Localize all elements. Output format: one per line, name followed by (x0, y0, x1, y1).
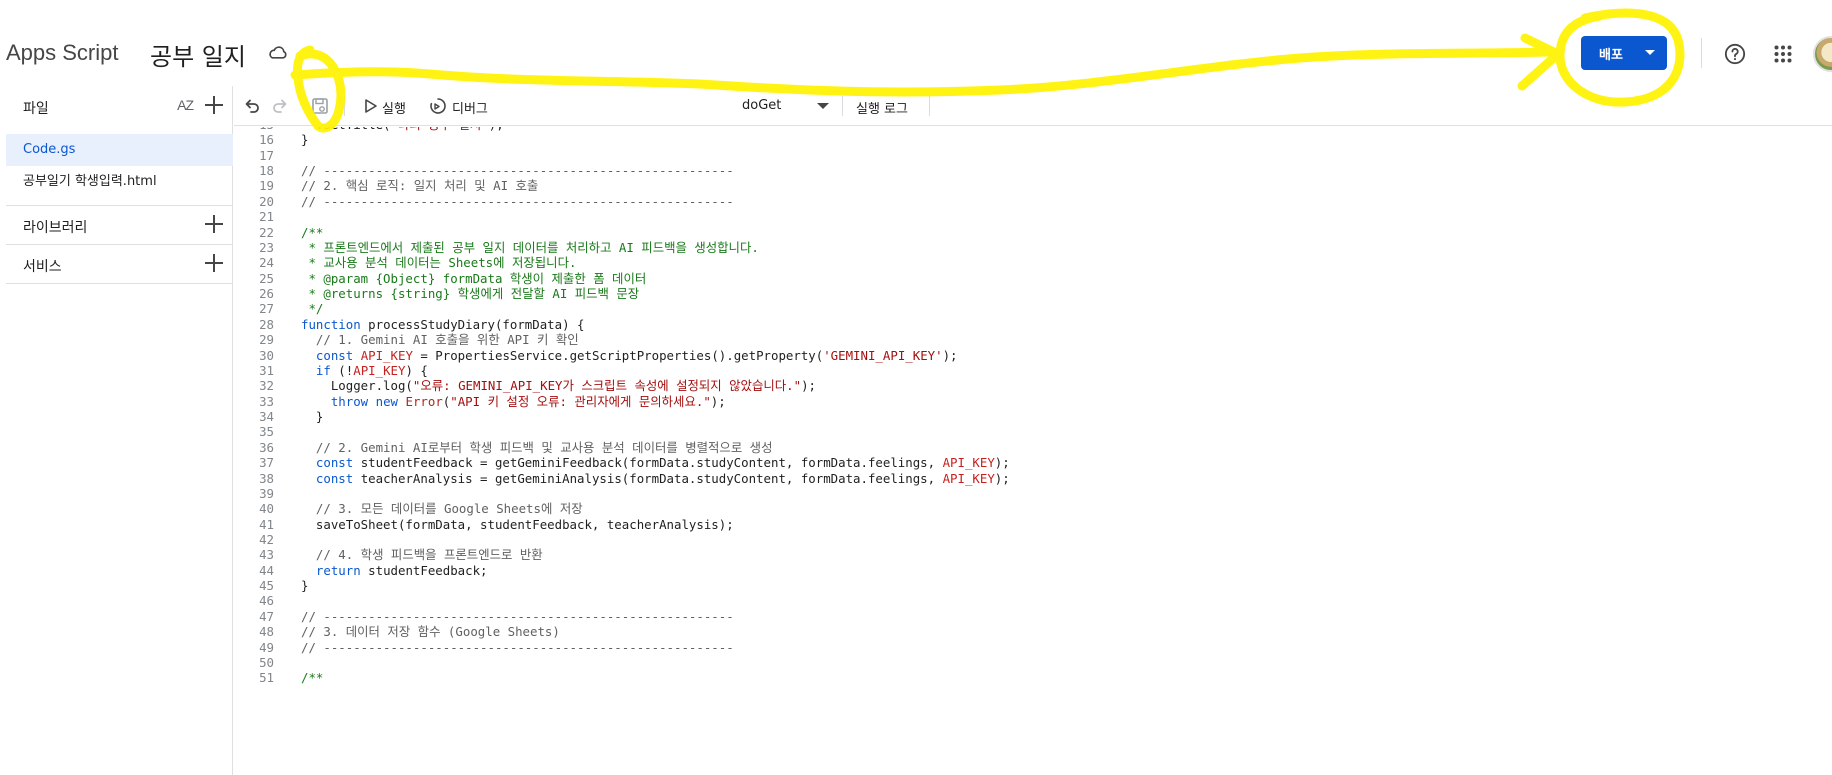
toolbar-divider (842, 96, 843, 116)
line-number: 51 (259, 670, 274, 686)
undo-icon[interactable] (242, 96, 262, 116)
editor-toolbar: 실행 디버그 doGet 실행 로그 (234, 86, 1832, 126)
debug-button[interactable]: 디버그 (452, 98, 488, 117)
code-line[interactable]: 51 /** (234, 669, 1832, 687)
sidebar-divider (6, 283, 233, 284)
files-label: 파일 (23, 101, 49, 117)
avatar[interactable] (1813, 36, 1832, 72)
deploy-label: 배포 (1599, 47, 1623, 63)
google-apps-icon[interactable] (1774, 45, 1792, 63)
project-title[interactable]: 공부 일지 (150, 37, 246, 72)
services-section-header: 서비스 (6, 244, 233, 284)
cloud-saved-icon[interactable] (268, 44, 288, 60)
file-item-code-gs[interactable]: Code.gs (6, 134, 233, 166)
add-library-icon[interactable] (205, 215, 223, 233)
add-service-icon[interactable] (205, 254, 223, 272)
header-divider (1701, 38, 1702, 68)
run-button[interactable]: 실행 (382, 98, 406, 117)
top-bar: Apps Script 공부 일지 배포 (0, 0, 1832, 86)
deploy-button[interactable]: 배포 (1581, 36, 1667, 70)
help-icon[interactable] (1724, 43, 1746, 65)
services-label: 서비스 (23, 259, 62, 275)
chevron-down-icon (1645, 50, 1655, 55)
execution-log-button[interactable]: 실행 로그 (856, 98, 908, 117)
debug-icon[interactable] (429, 97, 447, 115)
code-editor[interactable]: 15 .setTitle('나의 공부 일지');16}1718// -----… (234, 127, 1832, 775)
file-item-student-input-html[interactable]: 공부일기 학생입력.html (6, 166, 233, 198)
save-icon[interactable] (310, 96, 330, 116)
libraries-label: 라이브러리 (23, 220, 88, 236)
libraries-section-header: 라이브러리 (6, 205, 233, 245)
sort-az-icon[interactable]: AZ (177, 97, 194, 113)
toolbar-divider (929, 96, 930, 116)
files-section-header: 파일 AZ (6, 86, 233, 126)
add-file-icon[interactable] (205, 96, 223, 114)
run-icon[interactable] (364, 98, 378, 114)
toolbar-divider (344, 96, 345, 116)
chevron-down-icon[interactable] (817, 103, 829, 109)
code-text[interactable]: /** (301, 669, 323, 687)
app-name[interactable]: Apps Script (6, 40, 119, 66)
redo-icon[interactable] (270, 96, 290, 116)
